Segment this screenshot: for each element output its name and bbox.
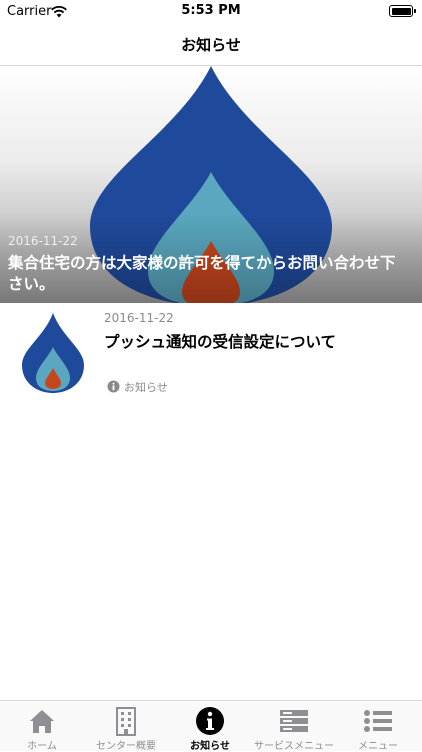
info-icon <box>107 378 120 397</box>
battery-icon <box>389 5 416 17</box>
tab-center-overview[interactable]: センター概要 <box>84 701 168 752</box>
featured-news-card[interactable]: 2016-11-22 集合住宅の方は大家様の許可を得てからお問い合わせ下さい。 <box>0 66 422 303</box>
featured-title: 集合住宅の方は大家様の許可を得てからお問い合わせ下さい。 <box>8 254 396 293</box>
item-title: プッシュ通知の受信設定について <box>104 333 337 351</box>
news-list-item[interactable]: 2016-11-22 プッシュ通知の受信設定について お知らせ <box>0 303 422 403</box>
flame-thumbnail <box>22 313 84 397</box>
tab-menu[interactable]: メニュー <box>336 701 420 752</box>
item-category: お知らせ <box>124 381 168 394</box>
page-title: お知らせ <box>181 36 241 54</box>
navigation-bar: お知らせ <box>0 22 422 66</box>
tab-service-menu[interactable]: サービスメニュー <box>252 701 336 752</box>
info-icon <box>196 707 224 735</box>
item-date: 2016-11-22 <box>104 311 174 325</box>
list-menu-icon <box>364 710 392 732</box>
featured-date: 2016-11-22 <box>8 234 78 248</box>
home-icon <box>30 710 54 733</box>
status-time: 5:53 PM <box>181 3 241 18</box>
status-bar: Carrier 5:53 PM <box>0 0 422 22</box>
building-icon <box>116 707 136 736</box>
service-menu-icon <box>280 710 308 732</box>
tab-home[interactable]: ホーム <box>0 701 84 752</box>
tab-bar: ホーム センター概要 お知らせ サービスメニュー メニュー <box>0 700 422 752</box>
tab-news[interactable]: お知らせ <box>168 701 252 752</box>
